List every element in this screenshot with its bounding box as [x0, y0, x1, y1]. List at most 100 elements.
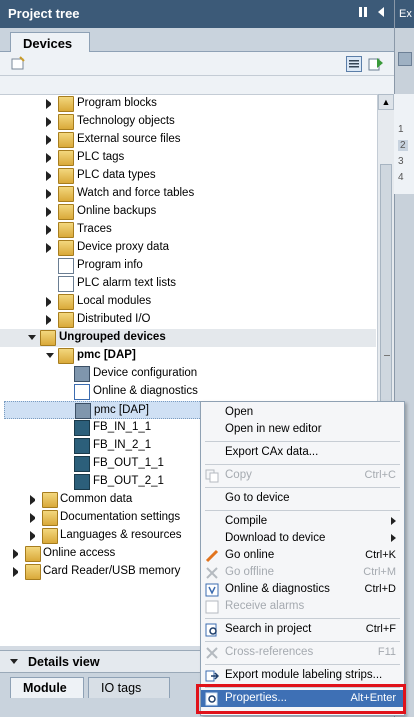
menu-item-open-new-editor[interactable]: Open in new editor: [201, 421, 404, 438]
expand-arrow-icon[interactable]: [30, 513, 38, 523]
menu-item-label: Go to device: [225, 492, 290, 504]
search-icon: [205, 623, 219, 637]
tree-item-pmc-dap-group[interactable]: pmc [DAP]: [0, 347, 376, 365]
expand-arrow-icon[interactable]: [46, 189, 54, 199]
menu-item-shortcut: Ctrl+M: [363, 566, 396, 578]
menu-item-cross-references[interactable]: Cross-references F11: [201, 644, 404, 661]
expand-arrow-icon[interactable]: [13, 567, 21, 577]
collapse-arrow-icon[interactable]: [10, 659, 18, 664]
tree-item-device-proxy-data[interactable]: Device proxy data: [0, 239, 376, 257]
tree-item-label: Online access: [43, 547, 116, 559]
expand-arrow-icon[interactable]: [46, 207, 54, 217]
tree-item-plc-tags[interactable]: PLC tags: [0, 149, 376, 167]
tree-item-label: Device configuration: [93, 367, 198, 379]
tree-item-label: Languages & resources: [60, 529, 182, 541]
menu-item-export-labeling-strips[interactable]: Export module labeling strips...: [201, 667, 404, 684]
details-list-icon[interactable]: [346, 56, 362, 72]
folder-icon: [58, 312, 74, 328]
expand-arrow-icon[interactable]: [46, 135, 54, 145]
expand-arrow-icon[interactable]: [46, 153, 54, 163]
tree-item-label: Documentation settings: [60, 511, 181, 523]
tree-item-label: Program info: [77, 259, 143, 271]
expand-arrow-icon[interactable]: [46, 117, 54, 127]
device-configuration-icon: [74, 366, 90, 382]
line-numbers: 1 2 3 4: [394, 94, 414, 194]
context-menu: Open Open in new editor Export CAx data.…: [200, 401, 405, 716]
menu-item-compile[interactable]: Compile: [201, 513, 404, 530]
tree-item-external-source-files[interactable]: External source files: [0, 131, 376, 149]
menu-item-label: Go online: [225, 549, 275, 561]
tree-item-program-blocks[interactable]: Program blocks: [0, 95, 376, 113]
menu-item-shortcut: Ctrl+D: [364, 583, 396, 595]
right-panel-label: Ex: [399, 8, 412, 20]
menu-item-go-to-device[interactable]: Go to device: [201, 490, 404, 507]
folder-icon: [25, 546, 41, 562]
tree-item-program-info[interactable]: Program info: [0, 257, 376, 275]
expand-arrow-icon[interactable]: [30, 495, 38, 505]
tree-item-device-configuration[interactable]: Device configuration: [0, 365, 376, 383]
diagnostics-icon: [74, 384, 90, 400]
tree-item-label: FB_OUT_2_1: [93, 475, 164, 487]
menu-item-shortcut: Ctrl+C: [364, 469, 396, 481]
program-info-icon: [58, 258, 74, 274]
collapse-arrow-icon[interactable]: [46, 353, 54, 363]
pin-icon[interactable]: [356, 6, 370, 20]
tree-item-online-diagnostics[interactable]: Online & diagnostics: [0, 383, 376, 401]
expand-arrow-icon[interactable]: [13, 549, 21, 559]
tree-item-distributed-io[interactable]: Distributed I/O: [0, 311, 376, 329]
tree-item-ungrouped-devices[interactable]: Ungrouped devices: [0, 329, 376, 347]
new-item-icon[interactable]: [10, 56, 26, 72]
tab-module[interactable]: Module: [10, 677, 84, 698]
line-number: 2: [398, 140, 408, 151]
tree-item-traces[interactable]: Traces: [0, 221, 376, 239]
folder-icon: [58, 132, 74, 148]
collapse-arrow-icon[interactable]: [28, 335, 36, 345]
tree-item-label: FB_OUT_1_1: [93, 457, 164, 469]
tree-item-plc-data-types[interactable]: PLC data types: [0, 167, 376, 185]
copy-icon: [205, 469, 219, 483]
expand-arrow-icon[interactable]: [46, 225, 54, 235]
submenu-arrow-icon: [391, 534, 396, 542]
go-online-icon: [205, 549, 219, 563]
folder-icon: [58, 240, 74, 256]
folder-icon: [58, 186, 74, 202]
tree-item-local-modules[interactable]: Local modules: [0, 293, 376, 311]
menu-item-receive-alarms[interactable]: Receive alarms: [201, 598, 404, 615]
expand-arrow-icon[interactable]: [46, 99, 54, 109]
expand-arrow-icon[interactable]: [46, 297, 54, 307]
menu-item-go-offline[interactable]: Go offline Ctrl+M: [201, 564, 404, 581]
menu-item-download[interactable]: Download to device: [201, 530, 404, 547]
tab-devices[interactable]: Devices: [10, 32, 90, 53]
folder-icon: [58, 168, 74, 184]
tree-item-label: Traces: [77, 223, 112, 235]
menu-item-label: Go offline: [225, 566, 275, 578]
menu-item-open[interactable]: Open: [201, 404, 404, 421]
tree-item-online-backups[interactable]: Online backups: [0, 203, 376, 221]
tree-item-label: Program blocks: [77, 97, 157, 109]
folder-icon: [25, 564, 41, 580]
tree-item-technology-objects[interactable]: Technology objects: [0, 113, 376, 131]
menu-item-go-online[interactable]: Go online Ctrl+K: [201, 547, 404, 564]
expand-arrow-icon[interactable]: [46, 243, 54, 253]
right-toolbar-icon[interactable]: [398, 52, 412, 66]
tree-item-watch-force-tables[interactable]: Watch and force tables: [0, 185, 376, 203]
scroll-up-icon[interactable]: ▲: [378, 94, 394, 110]
expand-arrow-icon[interactable]: [46, 171, 54, 181]
line-number: 3: [398, 156, 404, 167]
menu-item-export-cax[interactable]: Export CAx data...: [201, 444, 404, 461]
menu-item-label: Search in project: [225, 623, 312, 635]
checkbox-icon: [205, 600, 219, 614]
export-tree-icon[interactable]: [368, 56, 384, 72]
tree-item-plc-alarm-text-lists[interactable]: PLC alarm text lists: [0, 275, 376, 293]
menu-item-copy[interactable]: Copy Ctrl+C: [201, 467, 404, 484]
tree-item-label: Technology objects: [77, 115, 175, 127]
submenu-arrow-icon: [391, 517, 396, 525]
expand-arrow-icon[interactable]: [30, 531, 38, 541]
tab-io-tags[interactable]: IO tags: [88, 677, 170, 698]
menu-item-label: Receive alarms: [225, 600, 305, 612]
module-icon: [74, 438, 90, 454]
menu-item-search-in-project[interactable]: Search in project Ctrl+F: [201, 621, 404, 638]
collapse-left-icon[interactable]: [374, 6, 388, 20]
expand-arrow-icon[interactable]: [46, 315, 54, 325]
menu-item-online-diagnostics[interactable]: Online & diagnostics Ctrl+D: [201, 581, 404, 598]
